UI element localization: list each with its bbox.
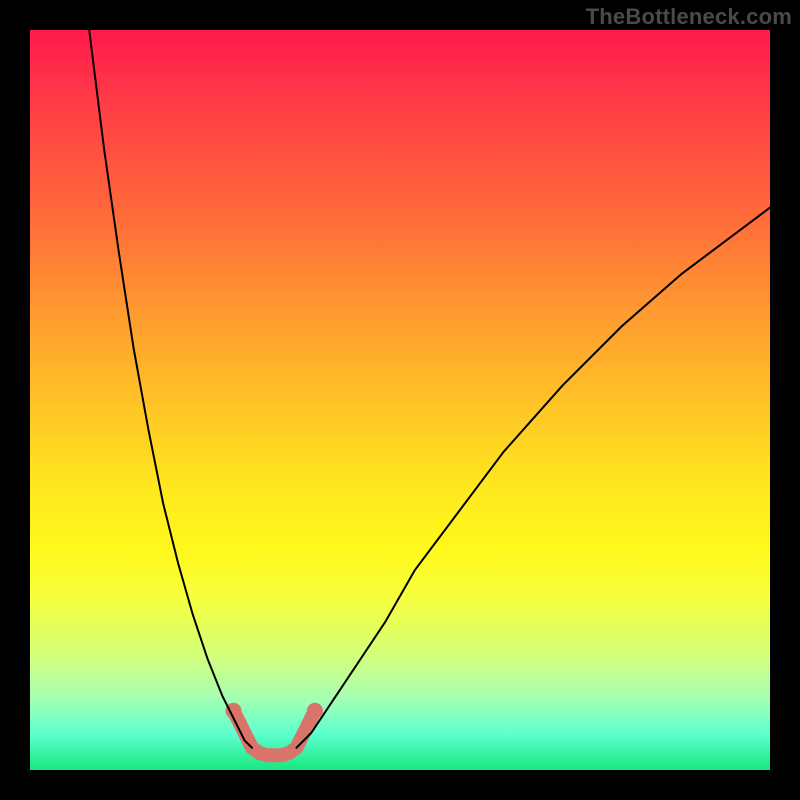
chart-frame: TheBottleneck.com <box>0 0 800 800</box>
highlight-marker <box>307 703 323 719</box>
plot-area <box>30 30 770 770</box>
chart-svg <box>30 30 770 770</box>
left-curve-path <box>89 30 252 748</box>
highlight-band-path <box>234 711 315 755</box>
watermark-text: TheBottleneck.com <box>586 4 792 30</box>
right-curve-path <box>296 208 770 748</box>
